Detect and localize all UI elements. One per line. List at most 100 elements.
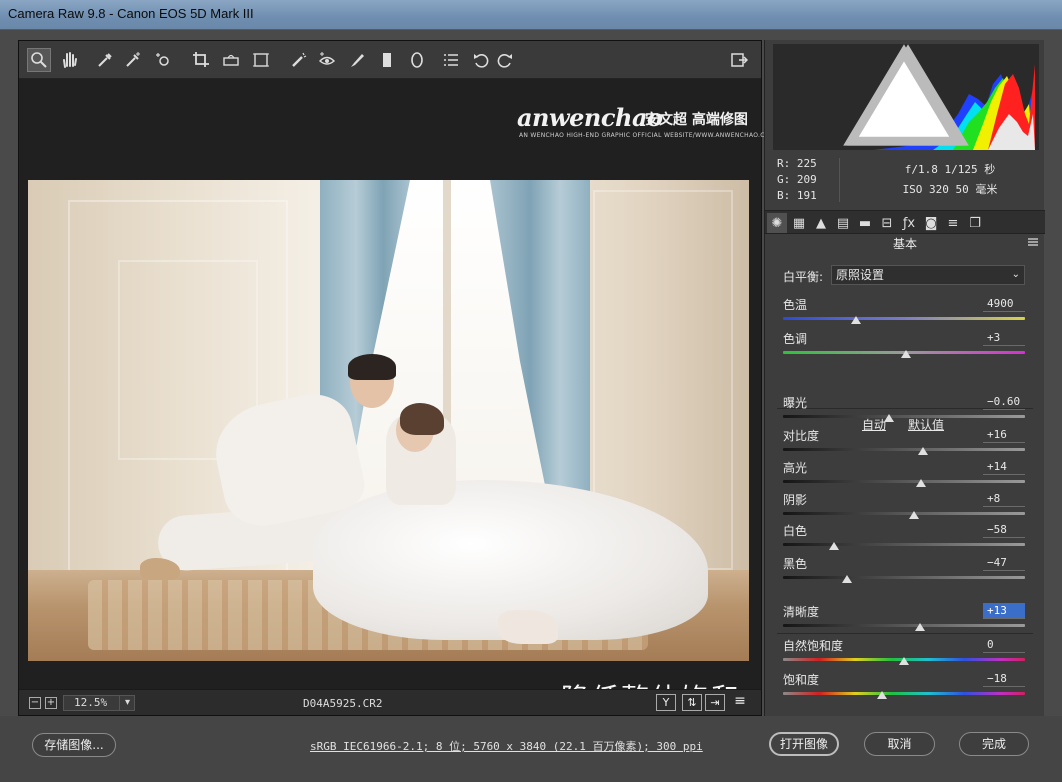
adjustment-brush-tool[interactable] — [345, 48, 369, 72]
blacks-slider-thumb[interactable] — [842, 575, 853, 583]
shadows-label: 阴影 — [783, 493, 808, 507]
exposure-slider-thumb[interactable] — [884, 414, 895, 422]
graduated-filter-tool[interactable] — [375, 48, 399, 72]
brush-icon — [351, 54, 364, 67]
blacks-slider-track[interactable] — [783, 576, 1025, 579]
color-sampler-tool[interactable] — [121, 48, 145, 72]
targeted-adjustment-icon — [156, 53, 169, 66]
highlight-clipping-warning-icon[interactable] — [771, 44, 1037, 150]
temperature-label: 色温 — [783, 298, 808, 312]
open-image-button[interactable]: 打开图像 — [769, 732, 839, 756]
contrast-slider-row: 对比度 +16 — [783, 427, 1025, 461]
zoom-out-button[interactable]: − — [29, 697, 41, 709]
vibrance-value-field[interactable]: 0 — [983, 637, 1025, 653]
aperture-icon[interactable]: ✺ — [767, 213, 787, 233]
snapshots-icon[interactable]: ❐ — [965, 213, 985, 233]
mountains-icon[interactable]: ▲ — [811, 213, 831, 233]
shadows-slider-track[interactable] — [783, 512, 1025, 515]
fullscreen-icon — [731, 53, 748, 67]
save-image-button[interactable]: 存储图像... — [32, 733, 116, 757]
split-toning-icon[interactable]: ▤ — [833, 213, 853, 233]
spot-removal-tool[interactable] — [287, 48, 311, 72]
highlights-slider-thumb[interactable] — [915, 479, 926, 487]
exposure-value-field[interactable]: −0.60 — [983, 394, 1025, 410]
before-after-y-icon[interactable]: Y — [656, 694, 676, 711]
whites-slider-thumb[interactable] — [828, 542, 839, 550]
white-balance-value: 原照设置 — [836, 268, 885, 282]
red-eye-tool[interactable] — [315, 48, 339, 72]
hand-tool[interactable] — [57, 48, 81, 72]
fx-icon[interactable]: ƒx — [899, 213, 919, 233]
adjustments-panel: R: 225 G: 209 B: 191 f/1.8 1/125 秒 ISO 3… — [764, 40, 1045, 716]
vibrance-slider-thumb[interactable] — [899, 657, 909, 665]
window-titlebar: Camera Raw 9.8 - Canon EOS 5D Mark III — [0, 0, 1062, 30]
zoom-in-button[interactable]: + — [45, 697, 57, 709]
targeted-adjustment-tool[interactable] — [151, 48, 175, 72]
whites-slider-track[interactable] — [783, 543, 1025, 546]
workflow-options-link[interactable]: sRGB IEC61966-2.1; 8 位; 5760 x 3840 (22.… — [310, 738, 703, 754]
saturation-slider-track[interactable] — [783, 692, 1025, 695]
swap-icon[interactable]: ⇅ — [682, 694, 702, 711]
temperature-value-field[interactable]: 4900 — [983, 296, 1025, 312]
contrast-value-field[interactable]: +16 — [983, 427, 1025, 443]
highlights-slider-track[interactable] — [783, 480, 1025, 483]
watermark-logo: anwenchao 安文超 高端修图 AN WENCHAO HIGH-END G… — [517, 103, 775, 143]
white-balance-tool[interactable] — [93, 48, 117, 72]
temperature-slider-track[interactable] — [783, 317, 1025, 320]
blacks-slider-row: 黑色 −47 — [783, 555, 1025, 589]
straighten-tool[interactable] — [219, 48, 243, 72]
contrast-slider-thumb[interactable] — [918, 447, 929, 455]
cancel-button[interactable]: 取消 — [864, 732, 935, 756]
saturation-slider-thumb[interactable] — [877, 691, 888, 699]
preview-canvas[interactable]: anwenchao 安文超 高端修图 AN WENCHAO HIGH-END G… — [19, 79, 775, 715]
rotate-left-button[interactable] — [469, 48, 493, 72]
copy-settings-icon[interactable]: ⇥ — [705, 694, 725, 711]
radial-filter-tool[interactable] — [405, 48, 429, 72]
contrast-slider-track[interactable] — [783, 448, 1025, 451]
readout-g: G: 209 — [777, 173, 817, 186]
zoom-tool[interactable] — [27, 48, 51, 72]
transform-tool[interactable] — [249, 48, 273, 72]
whites-label: 白色 — [783, 524, 808, 538]
whites-value-field[interactable]: −58 — [983, 522, 1025, 538]
temperature-slider-row: 色温 4900 — [783, 296, 1025, 330]
lens-icon[interactable]: ⊟ — [877, 213, 897, 233]
clarity-slider-thumb[interactable] — [914, 623, 925, 631]
exposure-slider-track[interactable] — [783, 415, 1025, 418]
preferences-button[interactable] — [439, 48, 463, 72]
preview-settings-icon[interactable]: ≡ — [730, 694, 750, 711]
tint-slider-thumb[interactable] — [901, 350, 912, 358]
shadows-slider-thumb[interactable] — [908, 511, 919, 519]
clarity-slider-track[interactable] — [783, 624, 1025, 627]
brush-heal-icon — [292, 52, 307, 67]
watermark-brand-cn: 安文超 高端修图 — [645, 112, 748, 128]
presets-icon[interactable]: ≡ — [943, 213, 963, 233]
rotate-right-button[interactable] — [493, 48, 517, 72]
white-balance-select[interactable]: 原照设置 ⌄ — [831, 265, 1025, 285]
done-button[interactable]: 完成 — [959, 732, 1029, 756]
camera-icon[interactable]: ◙ — [921, 213, 941, 233]
hsl-icon[interactable]: ▬ — [855, 213, 875, 233]
camera-info: f/1.8 1/125 秒 ISO 320 50 毫米 — [865, 160, 1035, 200]
preview-photo[interactable] — [28, 180, 749, 661]
panel-menu-icon[interactable] — [1028, 237, 1038, 247]
shadows-value-field[interactable]: +8 — [983, 491, 1025, 507]
iso-info: ISO 320 50 毫米 — [902, 183, 998, 196]
hand-icon — [63, 52, 77, 68]
highlights-value-field[interactable]: +14 — [983, 459, 1025, 475]
clarity-value-field[interactable]: +13 — [983, 603, 1025, 619]
transform-icon — [253, 53, 269, 67]
contrast-label: 对比度 — [783, 429, 820, 443]
temperature-slider-thumb[interactable] — [850, 316, 861, 324]
image-panel: anwenchao 安文超 高端修图 AN WENCHAO HIGH-END G… — [18, 40, 775, 716]
chevron-down-icon[interactable]: ▾ — [119, 696, 135, 710]
crop-tool[interactable] — [189, 48, 213, 72]
fullscreen-toggle-icon[interactable] — [727, 48, 751, 72]
readout-r: R: 225 — [777, 157, 817, 170]
tint-value-field[interactable]: +3 — [983, 330, 1025, 346]
saturation-value-field[interactable]: −18 — [983, 671, 1025, 687]
pixel-readout: R: 225 G: 209 B: 191 f/1.8 1/125 秒 ISO 3… — [773, 154, 1039, 208]
grid-icon[interactable]: ▦ — [789, 213, 809, 233]
blacks-value-field[interactable]: −47 — [983, 555, 1025, 571]
highlights-slider-row: 高光 +14 — [783, 459, 1025, 493]
